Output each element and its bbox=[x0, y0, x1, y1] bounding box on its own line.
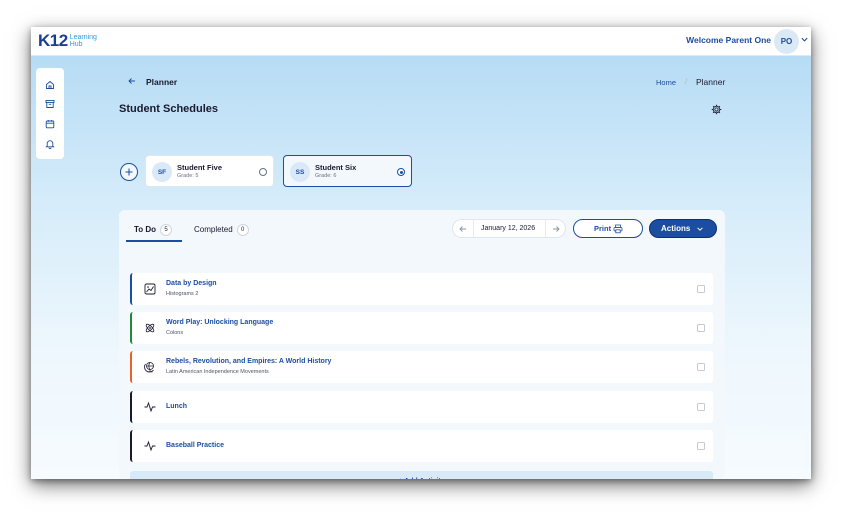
chevron-down-icon[interactable] bbox=[800, 35, 809, 44]
page-title: Planner bbox=[146, 77, 178, 87]
student-grade: Grade: 5 bbox=[177, 173, 199, 179]
activity-checkbox[interactable] bbox=[697, 403, 705, 411]
tab-count: 5 bbox=[160, 224, 173, 236]
add-activity-button[interactable]: + Add Activity bbox=[130, 471, 713, 479]
breadcrumb-current: Planner bbox=[696, 77, 726, 87]
activity-title[interactable]: Rebels, Revolution, and Empires: A World… bbox=[166, 358, 331, 365]
gear-icon[interactable] bbox=[711, 104, 722, 115]
logo-k12-text: K12 bbox=[38, 31, 68, 50]
activity-checkbox[interactable] bbox=[697, 324, 705, 332]
divider bbox=[473, 220, 474, 237]
back-arrow-icon[interactable] bbox=[127, 76, 137, 86]
activity-title[interactable]: Lunch bbox=[166, 403, 187, 410]
tab-count: 0 bbox=[236, 224, 249, 236]
add-student-button[interactable] bbox=[120, 163, 138, 181]
activity-item[interactable]: Baseball Practice bbox=[130, 430, 713, 462]
activity-item[interactable]: Rebels, Revolution, and Empires: A World… bbox=[130, 351, 713, 383]
main-area: Planner Home / Planner Student Schedules… bbox=[31, 56, 811, 479]
calendar-icon[interactable] bbox=[45, 119, 55, 129]
activity-checkbox[interactable] bbox=[697, 285, 705, 293]
actions-button[interactable]: Actions bbox=[649, 219, 717, 238]
tab-label: Completed bbox=[194, 225, 233, 235]
activity-title[interactable]: Word Play: Unlocking Language bbox=[166, 319, 273, 326]
printer-icon bbox=[613, 224, 623, 234]
student-card-six[interactable]: SS Student Six Grade: 6 bbox=[283, 155, 412, 187]
print-button[interactable]: Print bbox=[573, 219, 643, 238]
globe-icon bbox=[144, 362, 154, 373]
home-icon[interactable] bbox=[45, 80, 55, 90]
logo-learning-hub: Learning Hub bbox=[70, 34, 97, 48]
student-radio[interactable] bbox=[259, 168, 267, 176]
activity-checkbox[interactable] bbox=[697, 363, 705, 371]
activity-item[interactable]: Data by Design Histograms 2 bbox=[130, 273, 713, 305]
activity-subtitle: Histograms 2 bbox=[166, 291, 199, 297]
actions-label: Actions bbox=[661, 224, 691, 233]
activity-checkbox[interactable] bbox=[697, 442, 705, 450]
activity-item[interactable]: Word Play: Unlocking Language Colons bbox=[130, 312, 713, 344]
plus-icon bbox=[125, 168, 133, 176]
divider bbox=[545, 220, 546, 237]
user-avatar[interactable]: PO bbox=[774, 29, 799, 54]
student-schedules-title: Student Schedules bbox=[119, 103, 219, 115]
activity-item[interactable]: Lunch bbox=[130, 391, 713, 423]
welcome-text: Welcome Parent One bbox=[686, 35, 771, 45]
logo-hub: Hub bbox=[69, 41, 83, 48]
activity-icon bbox=[144, 401, 156, 413]
tab-completed[interactable]: Completed 0 bbox=[194, 224, 249, 236]
bell-icon[interactable] bbox=[45, 139, 55, 149]
logo-learning: Learning bbox=[69, 34, 97, 41]
student-radio-selected[interactable] bbox=[397, 168, 405, 176]
archive-icon[interactable] bbox=[45, 99, 55, 109]
activity-title[interactable]: Baseball Practice bbox=[166, 442, 224, 449]
student-card-five[interactable]: SF Student Five Grade: 5 bbox=[145, 155, 274, 187]
atom-icon bbox=[145, 323, 155, 333]
date-picker: January 12, 2026 bbox=[452, 219, 566, 238]
side-nav bbox=[36, 68, 64, 159]
student-initials-badge: SS bbox=[290, 162, 310, 182]
chevron-down-icon bbox=[697, 227, 703, 231]
activity-icon bbox=[144, 440, 156, 452]
top-bar: K12 Learning Hub Welcome Parent One PO bbox=[31, 27, 811, 56]
student-grade: Grade: 6 bbox=[315, 173, 337, 179]
print-label: Print bbox=[594, 224, 612, 233]
chart-icon bbox=[144, 283, 156, 295]
activity-subtitle: Latin American Independence Movements bbox=[166, 369, 269, 375]
arrow-left-icon[interactable] bbox=[458, 224, 468, 234]
breadcrumb-home[interactable]: Home bbox=[656, 78, 676, 87]
activity-title[interactable]: Data by Design bbox=[166, 280, 217, 287]
app-window: K12 Learning Hub Welcome Parent One PO P… bbox=[31, 27, 811, 479]
selected-date[interactable]: January 12, 2026 bbox=[481, 225, 535, 232]
schedule-panel: To Do 5 Completed 0 January 12, 2026 Print… bbox=[119, 210, 725, 479]
student-name: Student Five bbox=[177, 163, 223, 172]
student-name: Student Six bbox=[315, 163, 357, 172]
activity-subtitle: Colons bbox=[166, 330, 184, 336]
tab-label: To Do bbox=[134, 225, 157, 235]
tab-to-do[interactable]: To Do 5 bbox=[134, 224, 173, 236]
breadcrumb-separator: / bbox=[685, 77, 688, 86]
active-tab-underline bbox=[126, 240, 182, 242]
student-initials-badge: SF bbox=[152, 162, 172, 182]
k12-logo[interactable]: K12 Learning Hub bbox=[38, 31, 97, 51]
arrow-right-icon[interactable] bbox=[551, 224, 561, 234]
